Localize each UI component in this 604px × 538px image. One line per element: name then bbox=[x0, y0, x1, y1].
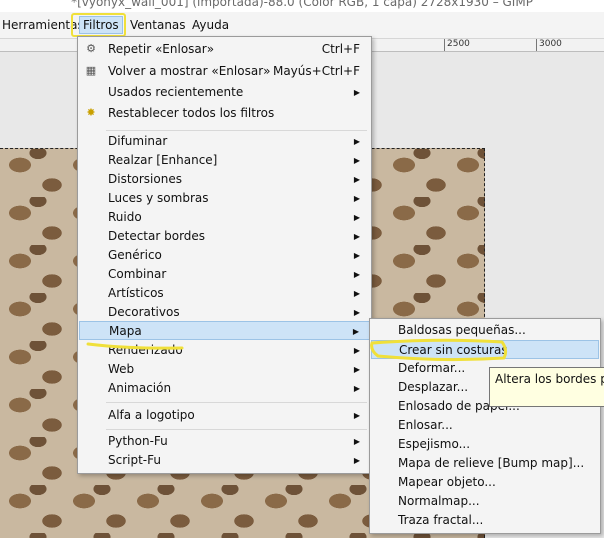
menu-item-label: Ruido bbox=[108, 210, 142, 224]
menu-item-detectar-bordes[interactable]: Detectar bordes ▶ bbox=[79, 227, 370, 246]
menu-item-label: Deformar... bbox=[398, 361, 466, 375]
submenu-item-crear-sin-costuras[interactable]: Crear sin costuras bbox=[371, 340, 599, 359]
menu-item-label: Web bbox=[108, 362, 135, 376]
submenu-arrow-icon: ▶ bbox=[353, 232, 360, 241]
window-title: *[vyonyx_wall_001] (importada)-88.0 (Col… bbox=[0, 0, 604, 12]
menu-item-reset[interactable]: ✸ Restablecer todos los filtros bbox=[79, 104, 370, 123]
submenu-arrow-icon: ▶ bbox=[353, 156, 360, 165]
submenu-arrow-icon: ▶ bbox=[353, 289, 360, 298]
submenu-item-espejismo[interactable]: Espejismo... bbox=[371, 435, 599, 454]
menu-item-label: Distorsiones bbox=[108, 172, 182, 186]
menu-item-python-fu[interactable]: Python-Fu ▶ bbox=[79, 432, 370, 451]
menu-item-generico[interactable]: Genérico ▶ bbox=[79, 246, 370, 265]
menu-item-label: Usados recientemente bbox=[108, 85, 244, 99]
menu-item-animacion[interactable]: Animación ▶ bbox=[79, 379, 370, 398]
shortcut-label: Mayús+Ctrl+F bbox=[272, 64, 360, 78]
menu-item-artisticos[interactable]: Artísticos ▶ bbox=[79, 284, 370, 303]
menu-item-reshow[interactable]: ▦ Volver a mostrar «Enlosar» Mayús+Ctrl+… bbox=[79, 62, 370, 81]
menu-item-label: Luces y sombras bbox=[108, 191, 209, 205]
menu-item-label: Enlosar... bbox=[398, 418, 453, 432]
menu-item-ruido[interactable]: Ruido ▶ bbox=[79, 208, 370, 227]
submenu-arrow-icon: ▶ bbox=[353, 175, 360, 184]
menu-separator bbox=[106, 130, 367, 131]
menu-item-label: Detectar bordes bbox=[108, 229, 206, 243]
submenu-arrow-icon: ▶ bbox=[353, 384, 360, 393]
tooltip: Altera los bordes para bbox=[489, 367, 604, 407]
submenu-arrow-icon: ▶ bbox=[353, 411, 360, 420]
reshow-icon: ▦ bbox=[85, 64, 97, 77]
submenu-arrow-icon: ▶ bbox=[353, 270, 360, 279]
menu-item-label: Realzar [Enhance] bbox=[108, 153, 218, 167]
submenu-arrow-icon: ▶ bbox=[352, 327, 359, 336]
submenu-item-mapa-de-relieve[interactable]: Mapa de relieve [Bump map]... bbox=[371, 454, 599, 473]
menu-item-label: Baldosas pequeñas... bbox=[398, 323, 526, 337]
submenu-arrow-icon: ▶ bbox=[353, 365, 360, 374]
repeat-icon: ⚙ bbox=[86, 42, 96, 55]
menu-item-luces-y-sombras[interactable]: Luces y sombras ▶ bbox=[79, 189, 370, 208]
menu-item-label: Combinar bbox=[108, 267, 167, 281]
menu-herramientas[interactable]: Herramientas bbox=[0, 16, 88, 34]
menu-item-mapa[interactable]: Mapa ▶ bbox=[79, 321, 370, 340]
menu-item-label: Mapear objeto... bbox=[398, 475, 496, 489]
menu-item-label: Difuminar bbox=[108, 134, 168, 148]
menu-item-label: Desplazar... bbox=[398, 380, 469, 394]
menu-item-alfa-a-logotipo[interactable]: Alfa a logotipo ▶ bbox=[79, 406, 370, 425]
menu-item-recent[interactable]: Usados recientemente ▶ bbox=[79, 83, 370, 102]
menu-item-label: Decorativos bbox=[108, 305, 180, 319]
submenu-arrow-icon: ▶ bbox=[353, 88, 360, 97]
menu-item-label: Animación bbox=[108, 381, 172, 395]
menu-item-label: Alfa a logotipo bbox=[108, 408, 195, 422]
menu-item-label: Script-Fu bbox=[108, 453, 161, 467]
menu-item-label: Mapa de relieve [Bump map]... bbox=[398, 456, 585, 470]
menu-item-script-fu[interactable]: Script-Fu ▶ bbox=[79, 451, 370, 470]
shortcut-label: Ctrl+F bbox=[321, 42, 360, 56]
submenu-arrow-icon: ▶ bbox=[353, 308, 360, 317]
menu-item-label: Repetir «Enlosar» bbox=[108, 42, 215, 56]
ruler-label-2500: 2500 bbox=[444, 39, 470, 51]
menu-item-label: Normalmap... bbox=[398, 494, 480, 508]
submenu-item-mapear-objeto[interactable]: Mapear objeto... bbox=[371, 473, 599, 492]
submenu-arrow-icon: ▶ bbox=[353, 213, 360, 222]
menu-item-web[interactable]: Web ▶ bbox=[79, 360, 370, 379]
menu-item-realzar[interactable]: Realzar [Enhance] ▶ bbox=[79, 151, 370, 170]
menu-ventanas[interactable]: Ventanas bbox=[126, 16, 190, 34]
menu-item-label: Artísticos bbox=[108, 286, 164, 300]
submenu-item-baldosas-pequenas[interactable]: Baldosas pequeñas... bbox=[371, 321, 599, 340]
menu-item-label: Espejismo... bbox=[398, 437, 471, 451]
filters-menu: ⚙ Repetir «Enlosar» Ctrl+F ▦ Volver a mo… bbox=[77, 36, 372, 474]
menu-item-label: Python-Fu bbox=[108, 434, 168, 448]
reset-icon: ✸ bbox=[86, 106, 96, 119]
menu-item-label: Restablecer todos los filtros bbox=[108, 106, 275, 120]
submenu-item-traza-fractal[interactable]: Traza fractal... bbox=[371, 511, 599, 530]
submenu-item-enlosar[interactable]: Enlosar... bbox=[371, 416, 599, 435]
menu-item-label: Renderizado bbox=[108, 343, 183, 357]
submenu-arrow-icon: ▶ bbox=[353, 437, 360, 446]
menu-item-label: Mapa bbox=[109, 324, 142, 338]
submenu-arrow-icon: ▶ bbox=[353, 251, 360, 260]
submenu-arrow-icon: ▶ bbox=[353, 194, 360, 203]
menu-item-repeat[interactable]: ⚙ Repetir «Enlosar» Ctrl+F bbox=[79, 40, 370, 59]
menu-separator bbox=[106, 429, 367, 430]
map-submenu: Baldosas pequeñas... Crear sin costuras … bbox=[369, 318, 601, 534]
menu-item-combinar[interactable]: Combinar ▶ bbox=[79, 265, 370, 284]
menu-item-difuminar[interactable]: Difuminar ▶ bbox=[79, 132, 370, 151]
menubar: Herramientas Filtros Ventanas Ayuda bbox=[0, 12, 604, 39]
menu-separator bbox=[106, 402, 367, 403]
submenu-arrow-icon: ▶ bbox=[353, 346, 360, 355]
submenu-item-normalmap[interactable]: Normalmap... bbox=[371, 492, 599, 511]
menu-ayuda[interactable]: Ayuda bbox=[188, 16, 233, 34]
menu-item-distorsiones[interactable]: Distorsiones ▶ bbox=[79, 170, 370, 189]
submenu-arrow-icon: ▶ bbox=[353, 456, 360, 465]
menu-item-label: Traza fractal... bbox=[398, 513, 484, 527]
menu-item-label: Volver a mostrar «Enlosar» bbox=[108, 64, 271, 78]
menu-item-label: Crear sin costuras bbox=[399, 343, 508, 357]
menu-item-renderizado[interactable]: Renderizado ▶ bbox=[79, 341, 370, 360]
ruler-label-3000: 3000 bbox=[536, 39, 562, 51]
menu-item-decorativos[interactable]: Decorativos ▶ bbox=[79, 303, 370, 322]
submenu-arrow-icon: ▶ bbox=[353, 137, 360, 146]
menu-filtros[interactable]: Filtros bbox=[79, 16, 123, 34]
menu-item-label: Genérico bbox=[108, 248, 162, 262]
